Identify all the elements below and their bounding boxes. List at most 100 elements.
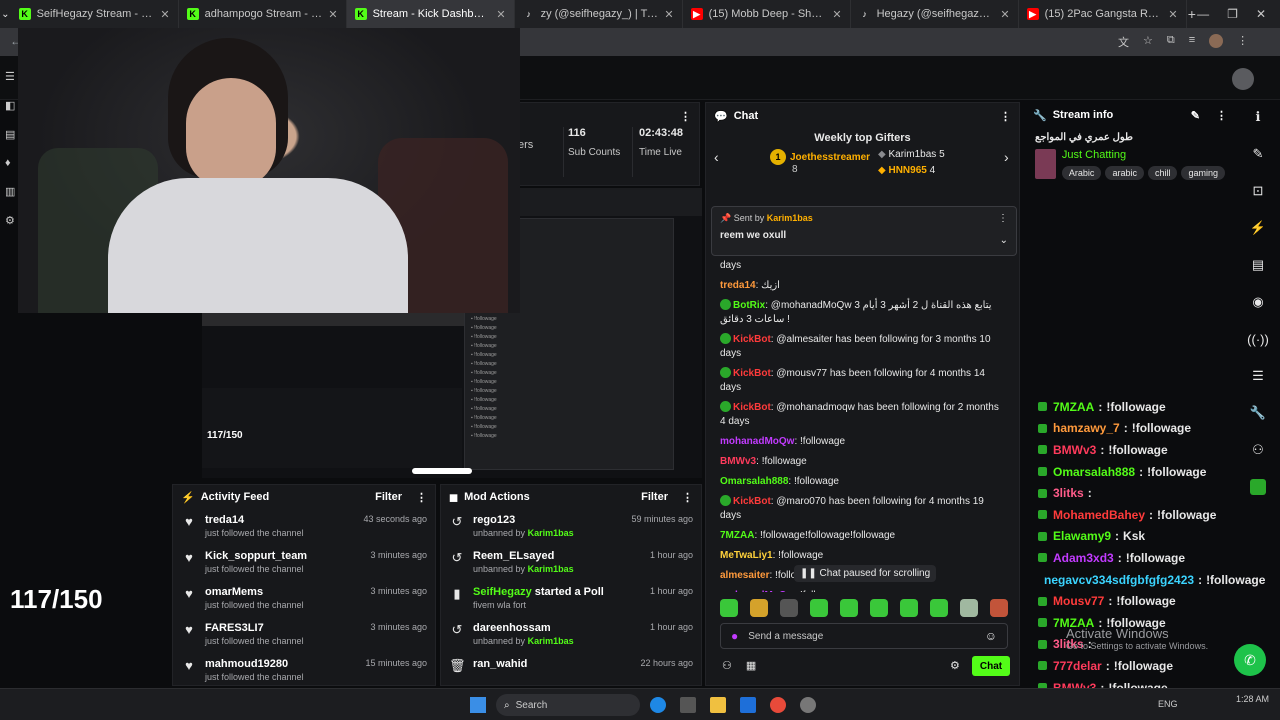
media-icon[interactable]: ≡	[1189, 34, 1195, 50]
more-icon[interactable]: ⋮	[682, 491, 693, 504]
folder-icon[interactable]	[710, 697, 726, 713]
chat-message[interactable]: BMWv3: !followage	[706, 452, 1019, 472]
emote[interactable]	[930, 599, 948, 617]
chat-input[interactable]: ● Send a message ☺	[720, 623, 1008, 649]
chat-username[interactable]: BMWv3	[720, 456, 756, 467]
follower-name[interactable]: mahmoud19280	[205, 658, 304, 670]
edit-icon[interactable]: ✎	[1243, 139, 1273, 169]
emote[interactable]	[810, 599, 828, 617]
emote[interactable]	[840, 599, 858, 617]
chat-message[interactable]: KickBot: @almesaiter has been following …	[706, 330, 1019, 364]
chat-username[interactable]: KickBot	[733, 334, 771, 345]
chat-username[interactable]: MeTwaLiy1	[720, 550, 773, 561]
language-indicator[interactable]: ENG	[1158, 699, 1178, 709]
info-icon[interactable]: ℹ	[1243, 102, 1273, 132]
chat-message[interactable]: days	[706, 256, 1019, 276]
gift-icon[interactable]: ▦	[746, 659, 756, 672]
activity-item[interactable]: ♥ treda14 just followed the channel 43 seco…	[173, 509, 435, 545]
emote[interactable]	[750, 599, 768, 617]
mod-filter-button[interactable]: Filter	[641, 491, 668, 503]
browser-tab[interactable]: K Stream - Kick Dashboard ✕	[346, 0, 515, 28]
edge-icon[interactable]	[650, 697, 666, 713]
chat-message[interactable]: mohanadMoQw: !followage	[706, 586, 1019, 592]
tool-icon[interactable]: 🔧	[1243, 398, 1273, 428]
mod-action-item[interactable]: ▮ SeifHegazy started a Poll fivem wla fort…	[441, 581, 701, 617]
activity-item[interactable]: ♥ Kick_soppurt_team just followed the chan…	[173, 545, 435, 581]
close-tab-icon[interactable]: ✕	[1000, 8, 1009, 21]
chat-message[interactable]: 7MZAA: !followage!followage!followage	[706, 526, 1019, 546]
activity-filter-button[interactable]: Filter	[375, 491, 402, 503]
chevron-left-icon[interactable]: ‹	[714, 149, 719, 165]
emoji-icon[interactable]: ☺	[985, 629, 997, 643]
clock[interactable]: 1:28 AM	[1236, 694, 1269, 704]
browser-tab[interactable]: ♪ zy (@seifhegazy_) | TikTok(+99) ✕	[515, 0, 683, 28]
kick-app-icon[interactable]	[1243, 472, 1273, 502]
chat-username[interactable]: KickBot	[733, 402, 771, 413]
taskbar-search[interactable]: ⌕ Search	[496, 694, 640, 716]
emote[interactable]	[990, 599, 1008, 617]
mod-action-item[interactable]: ↺ Reem_ELsayed unbanned by Karim1bas 1 hour…	[441, 545, 701, 581]
notes-icon[interactable]: ▤	[1243, 250, 1273, 280]
extensions-icon[interactable]: ⧉	[1167, 34, 1175, 50]
settings-icon[interactable]: ⚙	[950, 659, 960, 672]
follower-name[interactable]: omarMems	[205, 586, 304, 598]
chevron-down-icon[interactable]: ⌄	[1000, 235, 1008, 246]
translate-icon[interactable]: 文	[1118, 34, 1129, 50]
stream-tag[interactable]: chill	[1147, 166, 1178, 180]
chat-username[interactable]: Omarsalah888	[720, 476, 788, 487]
whatsapp-icon[interactable]: ✆	[1234, 644, 1266, 676]
mod-action-item[interactable]: ↺ rego123 unbanned by Karim1bas 59 minutes …	[441, 509, 701, 545]
close-icon[interactable]: ✕	[1256, 7, 1266, 21]
close-tab-icon[interactable]: ✕	[496, 8, 505, 21]
more-icon[interactable]: ⋮	[680, 110, 691, 123]
close-tab-icon[interactable]: ✕	[832, 8, 841, 21]
browser-tab[interactable]: ▶ (15) 2Pac Gangsta Rap C ✕	[1019, 0, 1187, 28]
category-name[interactable]: Just Chatting	[1062, 149, 1225, 161]
minimize-icon[interactable]: —	[1197, 7, 1209, 21]
mic-icon[interactable]: ●	[731, 629, 738, 643]
chat-message[interactable]: treda14: ازيك	[706, 276, 1019, 296]
follower-name[interactable]: treda14	[205, 514, 304, 526]
broadcast-icon[interactable]: ((·))	[1243, 324, 1273, 354]
chat-username[interactable]: BotRix	[733, 300, 765, 311]
mod-action-item[interactable]: 🗑 ran_wahid 22 hours ago	[441, 653, 701, 689]
menu-icon[interactable]: ⋮	[1237, 34, 1248, 50]
more-icon[interactable]: ⋮	[416, 491, 427, 504]
user-avatar[interactable]	[1232, 68, 1254, 90]
chat-username[interactable]: almesaiter	[720, 570, 769, 581]
activity-item[interactable]: ♥ omarMems just followed the channel 3 minu…	[173, 581, 435, 617]
profile-avatar[interactable]	[1209, 34, 1224, 48]
activity-item[interactable]: ♥ FARES3LI7 just followed the channel 3 min…	[173, 617, 435, 653]
chat-username[interactable]: KickBot	[733, 496, 771, 507]
mod-action-item[interactable]: ↺ dareenhossam unbanned by Karim1bas 1 hour…	[441, 617, 701, 653]
close-tab-icon[interactable]: ✕	[328, 8, 337, 21]
lightning-icon[interactable]: ⚡	[1243, 213, 1273, 243]
chat-message[interactable]: KickBot: @mousv77 has been following for…	[706, 364, 1019, 398]
emote[interactable]	[870, 599, 888, 617]
close-tab-icon[interactable]: ✕	[1168, 8, 1177, 21]
browser-tab[interactable]: K SeifHegazy Stream - Watch Live ✕	[11, 0, 179, 28]
emote[interactable]	[900, 599, 918, 617]
stream-tag[interactable]: arabic	[1105, 166, 1144, 180]
chevron-right-icon[interactable]: ›	[1004, 149, 1009, 165]
tab-list-icon[interactable]: ⌄	[0, 0, 11, 29]
activity-item[interactable]: ♥ mahmoud19280 just followed the channel 15…	[173, 653, 435, 689]
stream-tag[interactable]: gaming	[1181, 166, 1225, 180]
pinned-message[interactable]: 📌 Sent by Karim1bas reem we oxull ⋮ ⌄	[711, 206, 1017, 256]
chat-message[interactable]: BotRix: @mohanadMoQw يتابع هذه القناة ل …	[706, 296, 1019, 330]
chat-message[interactable]: mohanadMoQw: !followage	[706, 432, 1019, 452]
chat-message[interactable]: MeTwaLiy1: !followage	[706, 546, 1019, 566]
users-icon[interactable]: ⚇	[1243, 435, 1273, 465]
app-icon[interactable]	[800, 697, 816, 713]
list-icon[interactable]: ☰	[1243, 361, 1273, 391]
more-icon[interactable]: ⋮	[998, 213, 1008, 224]
close-tab-icon[interactable]: ✕	[160, 8, 169, 21]
chat-message[interactable]: Omarsalah888: !followage	[706, 472, 1019, 492]
chat-username[interactable]: KickBot	[733, 368, 771, 379]
chrome-icon[interactable]	[770, 697, 786, 713]
users-icon[interactable]: ⚇	[722, 659, 732, 672]
follower-name[interactable]: FARES3LI7	[205, 622, 304, 634]
bookmark-icon[interactable]: ☆	[1143, 34, 1153, 50]
more-icon[interactable]: ⋮	[1216, 109, 1227, 122]
chat-username[interactable]: treda14	[720, 280, 756, 291]
